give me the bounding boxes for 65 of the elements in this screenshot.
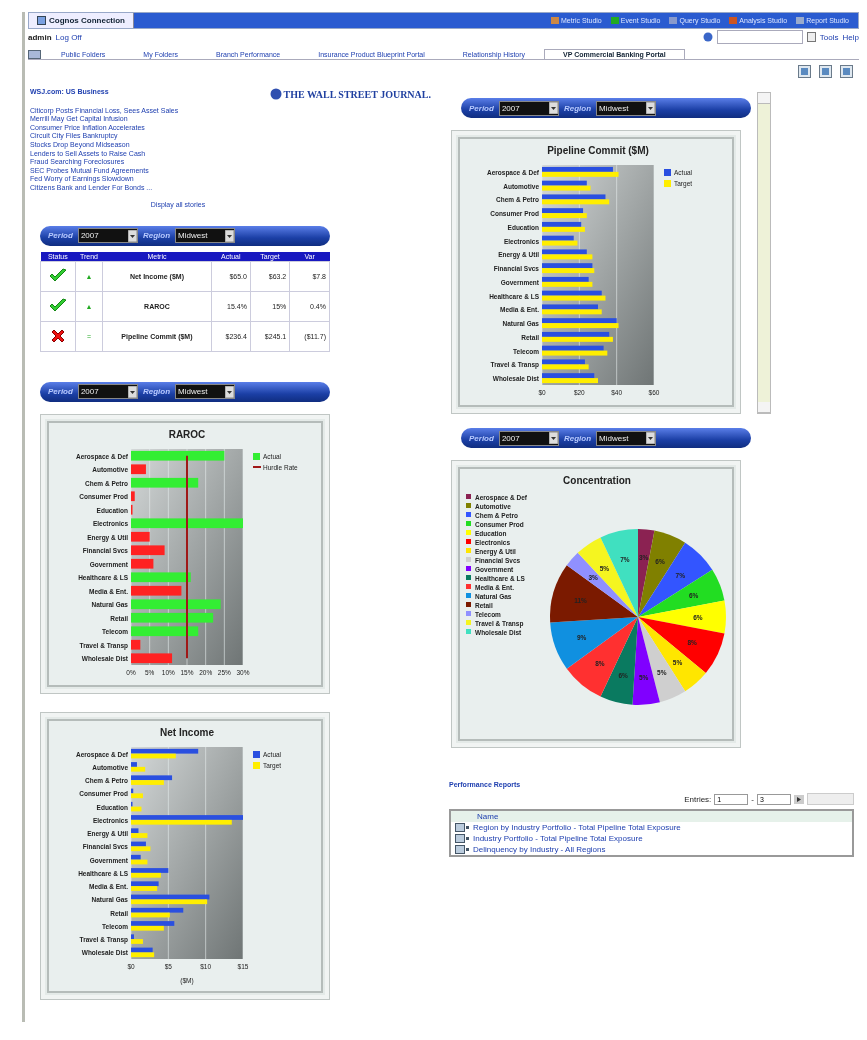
cross-icon bbox=[49, 327, 66, 344]
report-link[interactable]: Industry Portfolio - Total Pipeline Total Exposure bbox=[473, 834, 643, 843]
bar bbox=[131, 571, 191, 582]
region-select[interactable]: Midwest bbox=[596, 100, 656, 116]
filter-label: Period bbox=[469, 103, 494, 113]
caret-icon bbox=[127, 385, 137, 398]
report-link[interactable]: Region by Industry Portfolio - Total Pipeline Total Exposure bbox=[473, 823, 681, 832]
chart-title: RAROC bbox=[168, 428, 206, 440]
report-icon bbox=[455, 845, 469, 854]
chart-title: Concentration bbox=[563, 475, 631, 486]
filter-label: Region bbox=[563, 433, 591, 443]
bar bbox=[131, 463, 146, 474]
bar bbox=[131, 490, 135, 501]
log-off-link[interactable]: Log Off bbox=[55, 32, 82, 42]
folder-icon[interactable] bbox=[28, 49, 42, 59]
region-select[interactable]: Midwest bbox=[596, 430, 656, 446]
bar bbox=[131, 625, 199, 636]
entries-label: Entries: bbox=[684, 794, 712, 804]
portal-icon bbox=[37, 16, 46, 25]
region-select[interactable]: Midwest bbox=[175, 384, 235, 400]
bar bbox=[131, 531, 150, 542]
menu-link[interactable]: Help bbox=[842, 32, 859, 42]
filter-label: Period bbox=[48, 387, 73, 397]
filter-label: Region bbox=[142, 231, 170, 241]
document-icon[interactable] bbox=[806, 32, 816, 42]
period-select[interactable]: 2007 bbox=[77, 228, 138, 244]
check-icon bbox=[48, 298, 67, 314]
report-icon bbox=[455, 823, 469, 832]
globe-icon bbox=[269, 88, 282, 100]
menu-link[interactable]: Tools bbox=[819, 32, 839, 42]
user-name: admin bbox=[28, 32, 52, 42]
period-select[interactable]: 2007 bbox=[77, 384, 138, 400]
filter-label: Region bbox=[563, 103, 591, 113]
caret-icon bbox=[127, 229, 137, 242]
filter-label: Region bbox=[142, 387, 170, 397]
bar bbox=[131, 544, 165, 555]
period-select[interactable]: 2007 bbox=[498, 100, 559, 116]
range-separator: - bbox=[751, 794, 754, 804]
check-icon bbox=[48, 268, 67, 284]
filter-label: Period bbox=[48, 231, 73, 241]
report-link[interactable]: Delinquency by Industry - All Regions bbox=[473, 845, 606, 854]
bar bbox=[131, 477, 199, 488]
caret-icon bbox=[225, 229, 234, 242]
caret-icon bbox=[548, 102, 558, 114]
bar bbox=[131, 639, 141, 650]
period-select[interactable]: 2007 bbox=[498, 430, 559, 446]
bar bbox=[131, 558, 154, 569]
caret-icon bbox=[646, 102, 655, 114]
caret-icon bbox=[646, 432, 655, 444]
column-header: Name bbox=[451, 811, 852, 822]
bar bbox=[131, 652, 173, 663]
search-field[interactable] bbox=[716, 30, 803, 44]
caret-icon bbox=[225, 385, 234, 398]
newspaper-logo: THE WALL STREET JOURNAL. bbox=[283, 88, 431, 100]
caret-icon bbox=[548, 432, 558, 444]
go-icon[interactable] bbox=[794, 794, 804, 804]
scrollbar[interactable] bbox=[757, 92, 771, 414]
app-title: Cognos Connection bbox=[49, 16, 125, 25]
globe-icon[interactable] bbox=[702, 32, 713, 42]
report-icon bbox=[455, 834, 469, 843]
bar bbox=[131, 585, 182, 596]
region-select[interactable]: Midwest bbox=[175, 228, 235, 244]
chart-title: Net Income bbox=[160, 726, 214, 738]
filter-label: Period bbox=[469, 433, 494, 443]
chart-title: Pipeline Commit ($M) bbox=[547, 145, 649, 156]
